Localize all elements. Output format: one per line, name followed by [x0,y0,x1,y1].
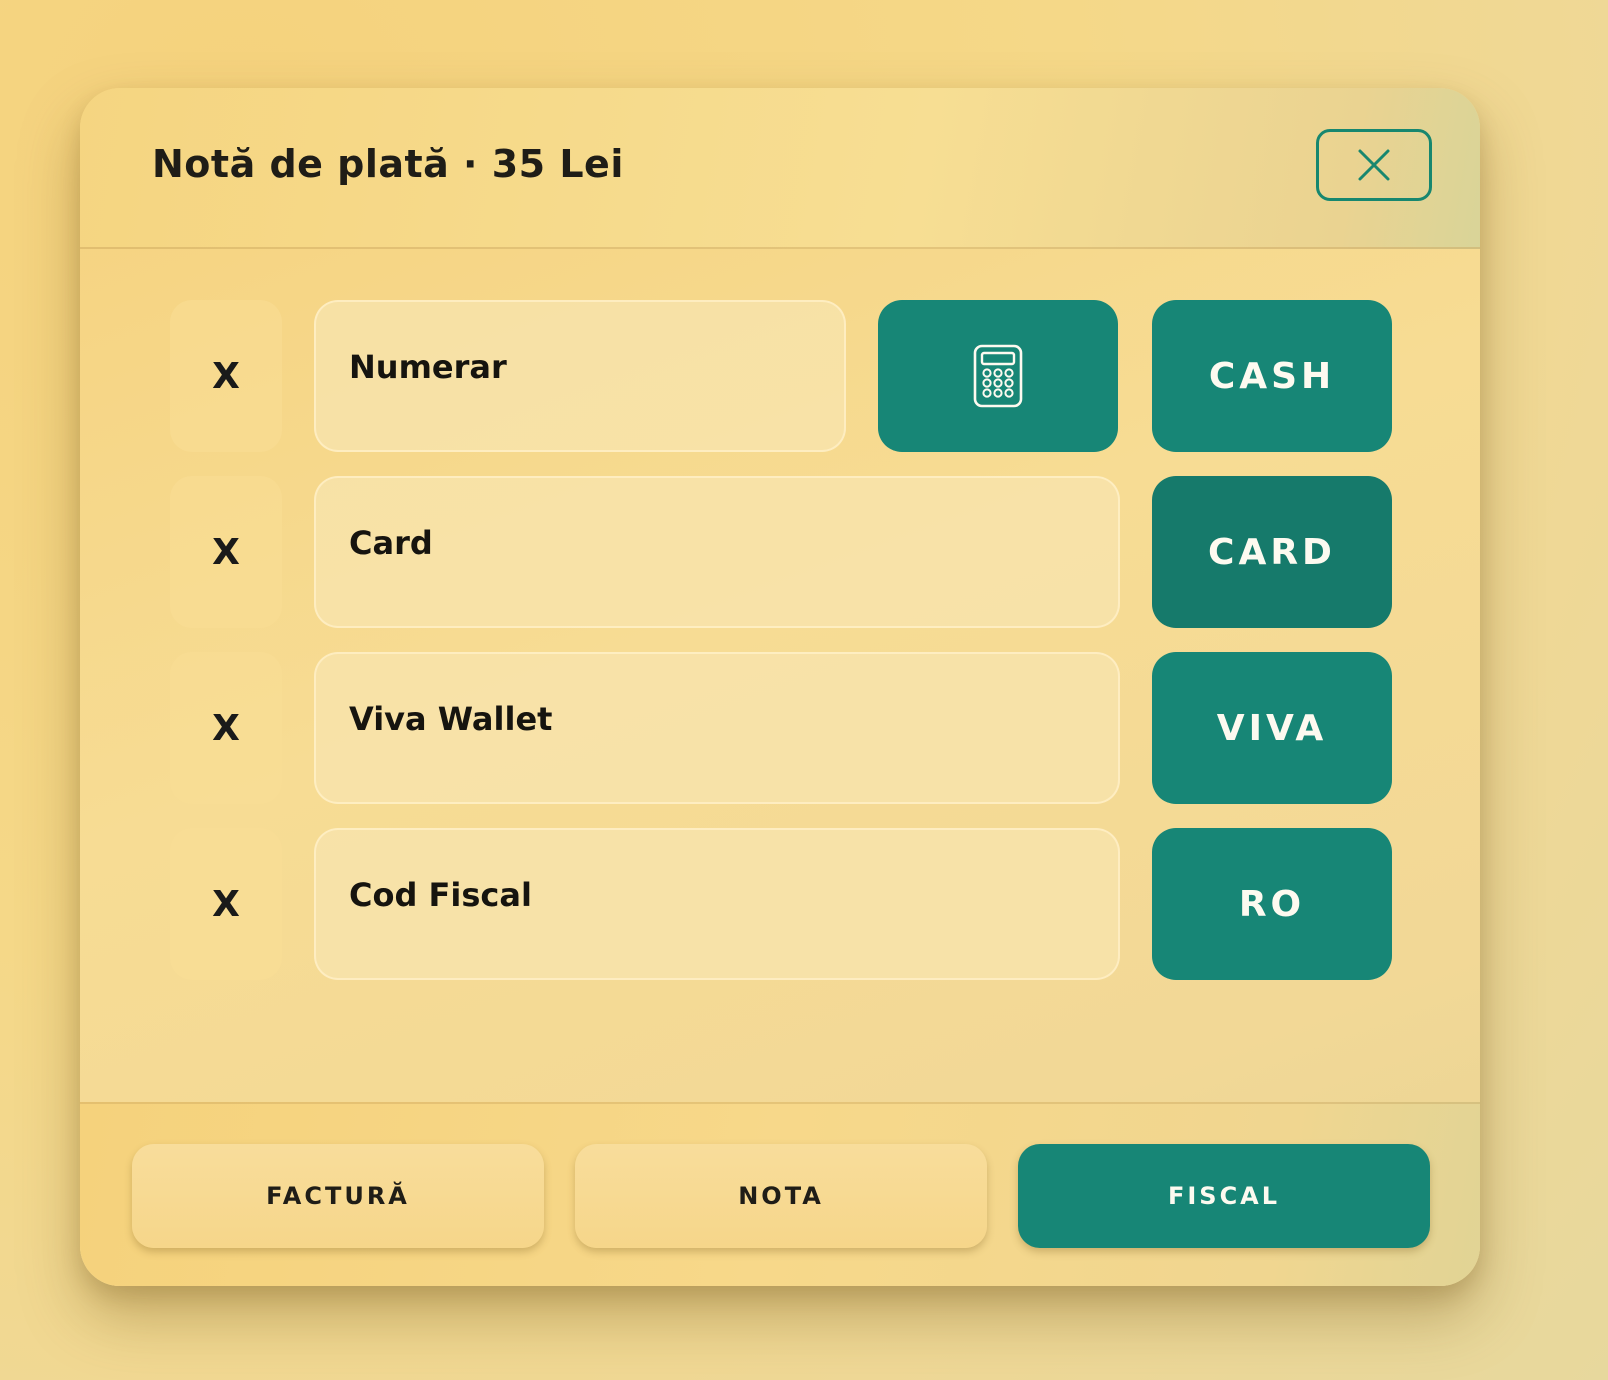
dialog-title: Notă de plată · 35 Lei [152,142,624,186]
payment-dialog: Notă de plată · 35 Lei X Numerar CASH X … [80,88,1480,1286]
cash-amount-field[interactable]: Numerar [314,300,846,452]
card-amount-field[interactable]: Card [314,476,1120,628]
nota-button[interactable]: NOTA [575,1144,987,1248]
payment-row-fiscal-code: X Cod Fiscal RO [170,828,1392,980]
remove-card-button[interactable]: X [170,476,282,628]
card-button[interactable]: CARD [1152,476,1392,628]
viva-wallet-amount-field[interactable]: Viva Wallet [314,652,1120,804]
ro-button[interactable]: RO [1152,828,1392,980]
fiscal-code-field[interactable]: Cod Fiscal [314,828,1120,980]
factura-button[interactable]: FACTURĂ [132,1144,544,1248]
remove-cash-button[interactable]: X [170,300,282,452]
payment-row-cash: X Numerar CASH [170,300,1392,452]
payment-row-viva: X Viva Wallet VIVA [170,652,1392,804]
calculator-icon [973,344,1023,408]
cash-button[interactable]: CASH [1152,300,1392,452]
dialog-footer: FACTURĂ NOTA FISCAL [80,1102,1480,1286]
fiscal-button[interactable]: FISCAL [1018,1144,1430,1248]
close-icon [1358,149,1390,181]
calculator-button[interactable] [878,300,1118,452]
remove-fiscal-code-button[interactable]: X [170,828,282,980]
remove-viva-button[interactable]: X [170,652,282,804]
close-button[interactable] [1316,129,1432,201]
payment-row-card: X Card CARD [170,476,1392,628]
dialog-header: Notă de plată · 35 Lei [80,88,1480,249]
viva-button[interactable]: VIVA [1152,652,1392,804]
